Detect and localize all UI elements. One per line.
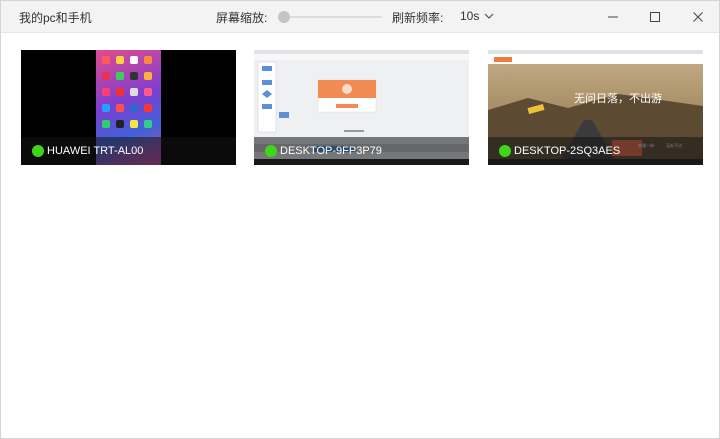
refresh-label: 刷新频率: [392, 11, 444, 25]
online-status-dot [499, 145, 511, 157]
zoom-slider-track[interactable] [282, 16, 382, 18]
maximize-button[interactable] [643, 5, 667, 29]
window-title: 我的pc和手机 [19, 11, 92, 25]
title-bar: 我的pc和手机 屏幕缩放: 刷新频率: 10s [1, 1, 719, 33]
refresh-rate-value: 10s [460, 9, 480, 23]
zoom-slider-handle[interactable] [278, 11, 290, 23]
app-window: 我的pc和手机 屏幕缩放: 刷新频率: 10s HUAWEI TRT-AL00 … [0, 0, 720, 439]
close-button[interactable] [686, 5, 710, 29]
device-name: HUAWEI TRT-AL00 [47, 145, 144, 157]
online-status-dot [32, 145, 44, 157]
close-icon [693, 12, 703, 22]
zoom-slider[interactable] [278, 9, 384, 25]
chevron-down-icon [484, 13, 494, 19]
online-status-dot [265, 145, 277, 157]
refresh-rate-select[interactable]: 10s [460, 7, 496, 25]
banner-headline: 无问日落，不出游 [574, 91, 662, 105]
device-card-desktop-2sq3aes[interactable]: 软键一体 无处不达 无问日落，不出游 DESKTOP-2SQ3AES [488, 50, 703, 165]
device-name: DESKTOP-9FP3P79 [280, 145, 382, 157]
device-card-huawei[interactable]: HUAWEI TRT-AL00 [21, 50, 236, 165]
zoom-label: 屏幕缩放: [216, 11, 268, 25]
device-card-desktop-9fp3p79[interactable]: DESKTOP-9FP3P79 [254, 50, 469, 165]
maximize-icon [650, 12, 660, 22]
minimize-button[interactable] [601, 5, 625, 29]
minimize-icon [608, 16, 618, 18]
device-name: DESKTOP-2SQ3AES [514, 145, 621, 157]
